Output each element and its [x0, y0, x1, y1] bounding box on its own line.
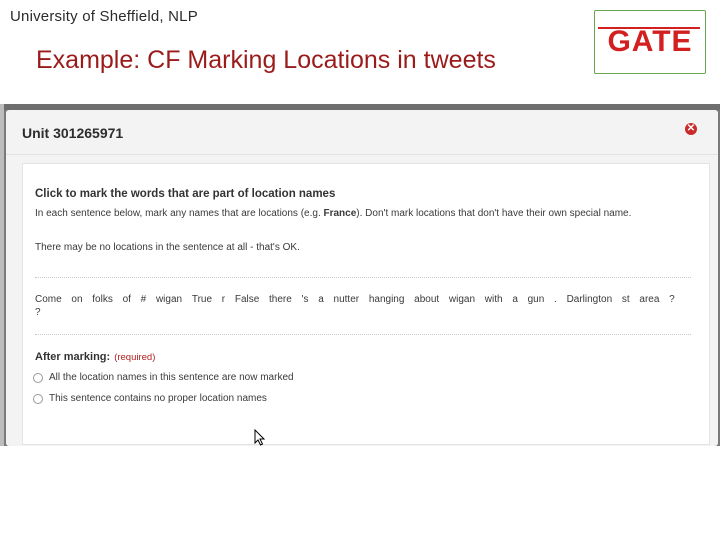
background-sidebar	[0, 104, 4, 446]
mouse-cursor-icon	[254, 429, 266, 446]
task-note: There may be no locations in the sentenc…	[35, 242, 300, 253]
gate-logo: GATE	[594, 10, 706, 74]
task-instruction: In each sentence below, mark any names t…	[35, 208, 631, 219]
tweet-token[interactable]: 's	[302, 294, 309, 305]
tweet-token[interactable]: st	[622, 294, 630, 305]
tweet-token[interactable]: a	[512, 294, 518, 305]
tweet-token[interactable]: #	[141, 294, 147, 305]
required-label: (required)	[114, 352, 156, 363]
tweet-token[interactable]: there	[269, 294, 292, 305]
tweet-token[interactable]: of	[123, 294, 131, 305]
option-all-marked[interactable]: All the location names in this sentence …	[33, 372, 294, 383]
tweet-token[interactable]: gun	[528, 294, 545, 305]
tweet-token[interactable]: r	[222, 294, 225, 305]
task-heading: Click to mark the words that are part of…	[35, 188, 336, 200]
tweet-token[interactable]: about	[414, 294, 439, 305]
tweet-token[interactable]: on	[71, 294, 82, 305]
tweet-token[interactable]: nutter	[334, 294, 360, 305]
after-marking-text: After marking:	[35, 351, 111, 363]
instruction-text-pre: In each sentence below, mark any names t…	[35, 208, 324, 219]
instruction-text-post: ). Don't mark locations that don't have …	[356, 208, 632, 219]
dotted-divider	[35, 334, 691, 335]
after-marking-label: After marking: (required)	[35, 351, 155, 363]
unit-modal: Unit 301265971 ✕ Click to mark the words…	[6, 110, 718, 446]
modal-title: Unit 301265971	[22, 125, 124, 141]
task-card: Click to mark the words that are part of…	[22, 163, 710, 445]
tweet-token[interactable]: Darlington	[567, 294, 613, 305]
radio-button[interactable]	[33, 393, 43, 404]
close-icon[interactable]: ✕	[685, 123, 697, 135]
tweet-token[interactable]: area	[639, 294, 659, 305]
tweet-token[interactable]: .	[554, 294, 557, 305]
tweet-token[interactable]: with	[485, 294, 503, 305]
modal-divider	[6, 154, 718, 155]
option-no-locations[interactable]: This sentence contains no proper locatio…	[33, 393, 267, 404]
tweet-token[interactable]: Come	[35, 294, 62, 305]
dotted-divider	[35, 277, 691, 278]
tweet-token[interactable]: ?	[35, 307, 41, 318]
tweet-token[interactable]: a	[318, 294, 324, 305]
tweet-token[interactable]: wigan	[156, 294, 182, 305]
slide-title: Example: CF Marking Locations in tweets	[36, 46, 496, 74]
logo-accent-line	[598, 27, 700, 29]
tweet-token[interactable]: False	[235, 294, 259, 305]
organization-label: University of Sheffield, NLP	[10, 8, 198, 25]
tweet-token[interactable]: hanging	[369, 294, 405, 305]
radio-button[interactable]	[33, 372, 43, 383]
option-label: All the location names in this sentence …	[49, 372, 294, 383]
tweet-sentence: Come on folks of # wigan True r False there's a nut…	[35, 294, 675, 318]
tweet-token[interactable]: True	[192, 294, 212, 305]
tweet-token[interactable]: wigan	[449, 294, 475, 305]
instruction-example: France	[323, 208, 357, 219]
gate-logo-text: GATE	[607, 25, 693, 58]
tweet-token[interactable]: folks	[92, 294, 113, 305]
tweet-token[interactable]: ?	[669, 294, 675, 305]
screenshot-area: Unit 301265971 ✕ Click to mark the words…	[0, 104, 720, 446]
option-label: This sentence contains no proper locatio…	[49, 393, 267, 404]
